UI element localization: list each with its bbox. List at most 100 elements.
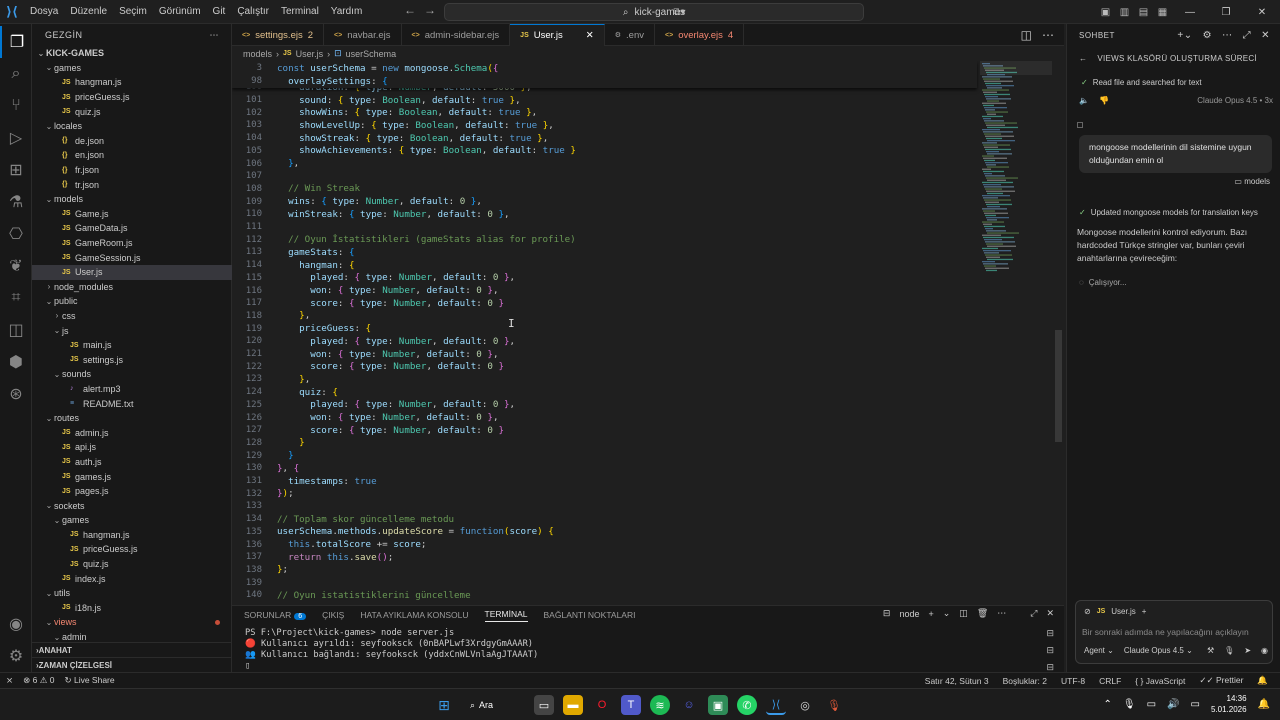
problems-indicator[interactable]: ⊗ 6 ⚠ 0 <box>23 675 54 686</box>
trash-icon[interactable]: 🗑 <box>977 608 988 619</box>
database-icon[interactable]: ⬢ <box>0 346 32 378</box>
chevron-down-icon[interactable]: ⌄ <box>943 608 951 619</box>
spotify-icon[interactable]: ≋ <box>650 695 670 715</box>
github-desktop-icon[interactable]: ◎ <box>795 695 815 715</box>
more-actions-icon[interactable]: ⋯ <box>1222 30 1233 41</box>
file-item[interactable]: ♪ alert.mp3 <box>32 382 232 397</box>
file-item[interactable]: JS i18n.js <box>32 601 232 616</box>
store-app-icon[interactable]: ▣ <box>708 695 728 715</box>
whatsapp-icon[interactable]: ✆ <box>737 695 757 715</box>
panel-tab[interactable]: ÇIKIŞ <box>322 610 344 620</box>
toggle-sidebar-icon[interactable]: ▥ <box>1115 7 1134 18</box>
menu-item[interactable]: Git <box>207 6 232 17</box>
file-item[interactable]: JS games.js <box>32 469 232 484</box>
attach-icon[interactable]: ⊘ <box>1084 607 1091 616</box>
folder-item[interactable]: ⌄ games <box>32 513 232 528</box>
git-graph-icon[interactable]: ⌗ <box>0 282 32 314</box>
mongodb-icon[interactable]: ❦ <box>0 250 32 282</box>
menu-item[interactable]: Düzenle <box>64 6 113 17</box>
panel-tab[interactable]: SORUNLAR 6 <box>244 610 307 620</box>
split-terminal-icon[interactable]: ◫ <box>959 608 968 619</box>
split-editor-icon[interactable]: ◫ <box>1021 28 1032 42</box>
add-context-icon[interactable]: + <box>1142 607 1147 616</box>
back-arrow-icon[interactable]: ← <box>404 3 416 17</box>
file-item[interactable]: {} en.json <box>32 148 232 163</box>
file-item[interactable]: JS quiz.js <box>32 104 232 119</box>
file-item[interactable]: {} fr.json <box>32 163 232 178</box>
folder-item[interactable]: ⌄ views <box>32 615 232 630</box>
file-item[interactable]: JS Game.js <box>32 207 232 222</box>
more-actions-icon[interactable]: ⋯ <box>210 30 232 41</box>
live-share-button[interactable]: ↻ Live Share <box>64 675 114 686</box>
teams-icon[interactable]: T <box>621 695 641 715</box>
sticky-scroll[interactable]: 3 const userSchema = new mongoose.Schema(… <box>232 61 977 89</box>
mode-picker[interactable]: Agent ⌄ <box>1084 646 1114 655</box>
copilot-icon[interactable]: ⧉▾ <box>670 7 689 18</box>
testing-icon[interactable]: ⚗ <box>0 186 32 218</box>
folder-item[interactable]: ⌄ public <box>32 294 232 309</box>
file-item[interactable]: JS pages.js <box>32 484 232 499</box>
folder-item[interactable]: › css <box>32 309 232 324</box>
docker-icon[interactable]: ◫ <box>0 314 32 346</box>
manage-gear-icon[interactable]: ⚙ <box>0 640 32 672</box>
file-item[interactable]: JS hangman.js <box>32 528 232 543</box>
minimize-icon[interactable]: — <box>1172 7 1208 18</box>
file-item[interactable]: JS quiz.js <box>32 557 232 572</box>
folder-item[interactable]: › node_modules <box>32 280 232 295</box>
microphone-icon[interactable]: 🎙 <box>1123 699 1136 710</box>
new-terminal-icon[interactable]: + <box>928 609 933 619</box>
workspace-root[interactable]: ⌄ KICK-GAMES <box>32 46 232 61</box>
encoding[interactable]: UTF-8 <box>1061 676 1085 686</box>
menu-item[interactable]: Yardım <box>325 6 369 17</box>
remote-explorer-icon[interactable]: ⎔ <box>0 218 32 250</box>
menu-item[interactable]: Görünüm <box>153 6 207 17</box>
cursor-position[interactable]: Satır 42, Sütun 3 <box>925 676 989 686</box>
file-item[interactable]: JS main.js <box>32 338 232 353</box>
editor-tab[interactable]: ⚙ .env <box>605 24 655 46</box>
folder-item[interactable]: ⌄ games <box>32 61 232 76</box>
terminal-name[interactable]: node <box>899 609 919 619</box>
live-share-icon[interactable]: ⊛ <box>0 378 32 410</box>
task-view-icon[interactable]: ▭ <box>534 695 554 715</box>
terminal-instance-icon[interactable]: ⊟ <box>1046 628 1054 639</box>
editor-tab[interactable]: <> admin-sidebar.ejs <box>402 24 511 46</box>
file-item[interactable]: JS api.js <box>32 440 232 455</box>
menu-item[interactable]: Çalıştır <box>231 6 275 17</box>
volume-icon[interactable]: 🔊 <box>1167 699 1179 710</box>
file-item[interactable]: JS settings.js <box>32 352 232 367</box>
line-ending[interactable]: CRLF <box>1099 676 1121 686</box>
file-item[interactable]: {} tr.json <box>32 177 232 192</box>
panel-tab[interactable]: HATA AYIKLAMA KONSOLU <box>360 610 468 620</box>
folder-item[interactable]: ⌄ sockets <box>32 498 232 513</box>
file-item[interactable]: JS User.js <box>32 264 232 280</box>
close-window-icon[interactable]: ✕ <box>1244 7 1280 18</box>
outline-section[interactable]: › ANAHAT <box>32 642 232 657</box>
microphone-icon[interactable]: 🎙 <box>1224 646 1234 655</box>
windows-start-icon[interactable]: ⊞ <box>434 695 454 715</box>
source-control-icon[interactable]: ⑂ <box>0 90 32 122</box>
file-item[interactable]: JS GameData.js <box>32 221 232 236</box>
send-icon[interactable]: ➤ <box>1244 646 1251 655</box>
maximize-icon[interactable]: ⤢ <box>1243 30 1252 41</box>
file-item[interactable]: JS index.js <box>32 571 232 586</box>
file-item[interactable]: JS GameSession.js <box>32 250 232 265</box>
account-icon[interactable]: ◉ <box>0 608 32 640</box>
breadcrumb-folder[interactable]: models <box>243 49 272 59</box>
prettier-status[interactable]: ✓✓ Prettier <box>1199 675 1243 686</box>
breadcrumb-file[interactable]: User.js <box>296 49 324 59</box>
checkpoint-icon[interactable] <box>1077 122 1083 128</box>
file-item[interactable]: JS hangman.js <box>32 75 232 90</box>
indentation[interactable]: Boşluklar: 2 <box>1003 676 1047 686</box>
layout-icon[interactable]: ▣ <box>1096 7 1115 18</box>
forward-arrow-icon[interactable]: → <box>424 3 436 17</box>
context-file[interactable]: User.js <box>1111 607 1135 616</box>
tools-icon[interactable]: ⚒ <box>1207 646 1214 655</box>
opera-icon[interactable]: O <box>592 695 612 715</box>
notifications-icon[interactable]: 🔔 <box>1257 675 1268 686</box>
file-item[interactable]: JS auth.js <box>32 455 232 470</box>
folder-item[interactable]: ⌄ sounds <box>32 367 232 382</box>
explorer-icon[interactable]: ❐ <box>0 26 32 58</box>
editor-tab[interactable]: <> navbar.ejs <box>324 24 402 46</box>
chat-input[interactable]: Bir sonraki adımda ne yapılacağını açıkl… <box>1082 627 1249 637</box>
new-chat-icon[interactable]: +⌄ <box>1177 30 1192 41</box>
